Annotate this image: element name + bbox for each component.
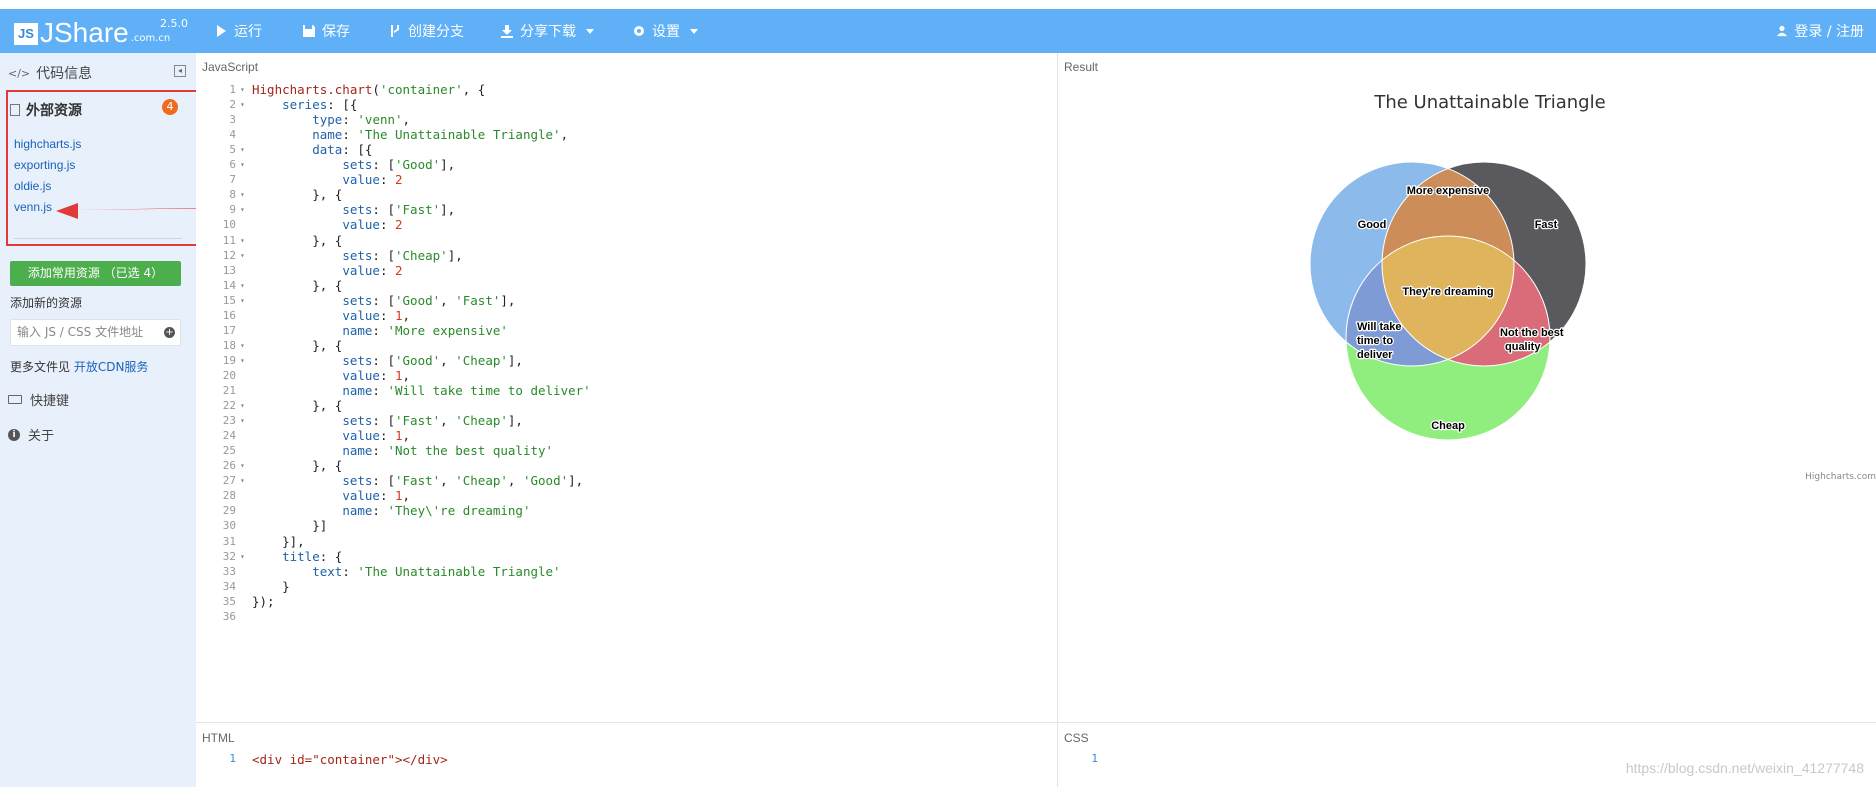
open-cdn-link[interactable]: 开放CDN服务 [74, 360, 149, 374]
logo-text: JShare [40, 17, 129, 48]
chart-title: The Unattainable Triangle [1374, 92, 1606, 113]
label-will-take-1: Will take [1357, 321, 1402, 333]
gear-icon [634, 26, 644, 36]
css-panel-label: CSS [1064, 731, 1089, 745]
code-info-header[interactable]: </> 代码信息 [8, 63, 92, 83]
login-link[interactable]: 登录 / 注册 [1776, 21, 1864, 41]
login-label: 登录 / 注册 [1794, 24, 1864, 40]
label-more-expensive: More expensive [1407, 185, 1490, 197]
logo-mark: JS [14, 23, 38, 45]
html-line: <div id="container"></div> [252, 752, 448, 767]
logo-domain: .com.cn [130, 33, 171, 44]
save-button[interactable]: 保存 [302, 21, 350, 41]
add-circle-icon[interactable]: + [164, 327, 175, 338]
label-not-best-2: quality [1505, 341, 1541, 353]
share-dropdown[interactable]: 分享下载 [500, 21, 594, 41]
branch-label: 创建分支 [408, 24, 464, 40]
line-number: 1 [1091, 752, 1098, 765]
code-info-label: 代码信息 [36, 66, 93, 82]
more-files-text: 更多文件见 开放CDN服务 [10, 358, 148, 375]
run-button[interactable]: 运行 [214, 21, 262, 41]
branch-icon [391, 25, 399, 37]
add-common-resource-button[interactable]: 添加常用资源 （已选 4） [10, 261, 181, 286]
share-label: 分享下载 [520, 24, 576, 40]
divider [196, 722, 1876, 723]
label-cheap: Cheap [1431, 420, 1465, 432]
collapse-icon[interactable]: ◂ [174, 65, 186, 77]
branch-button[interactable]: 创建分支 [388, 21, 464, 41]
label-good: Good [1358, 219, 1387, 231]
label-will-take-3: deliver [1357, 349, 1393, 361]
code-icon: </> [8, 66, 31, 80]
chevron-down-icon [690, 28, 698, 34]
settings-dropdown[interactable]: 设置 [632, 21, 698, 41]
javascript-panel-label: JavaScript [202, 60, 259, 74]
more-files-prefix: 更多文件见 [10, 360, 74, 374]
keyboard-icon [8, 395, 22, 404]
label-theyre-dreaming: They're dreaming [1402, 286, 1493, 298]
info-icon: i [8, 428, 20, 441]
code-line: 36 [196, 608, 1057, 626]
about-label: 关于 [28, 429, 55, 444]
result-panel-label: Result [1064, 60, 1099, 74]
resource-url-input[interactable]: 输入 JS / CSS 文件地址 [10, 319, 181, 346]
navbar: JS JShare .com.cn 2.5.0 运行 保存 创建分支 分享下载 … [0, 9, 1876, 53]
shortcuts-item[interactable]: 快捷键 [8, 390, 69, 409]
settings-label: 设置 [652, 24, 680, 40]
line-number: 36 [222, 609, 236, 623]
logo[interactable]: JS JShare .com.cn [14, 17, 170, 47]
label-fast: Fast [1535, 219, 1558, 231]
top-gap [0, 0, 1876, 9]
save-label: 保存 [322, 24, 350, 40]
chart-credits[interactable]: Highcharts.com [1805, 472, 1876, 482]
label-will-take-2: time to [1357, 335, 1393, 347]
html-panel-label: HTML [202, 731, 235, 745]
label-not-best-1: Not the best [1500, 327, 1564, 339]
about-item[interactable]: i 关于 [8, 425, 54, 444]
play-icon [217, 25, 226, 37]
version-label: 2.5.0 [160, 17, 188, 30]
venn-chart: Good Fast Cheap More expensive They're d… [1309, 161, 1587, 441]
chevron-down-icon [586, 28, 594, 34]
run-label: 运行 [234, 24, 262, 40]
shortcuts-label: 快捷键 [30, 394, 70, 409]
watermark: https://blog.csdn.net/weixin_41277748 [1625, 760, 1864, 776]
download-icon [501, 25, 513, 38]
line-number: 1 [229, 752, 236, 765]
add-new-resource-label: 添加新的资源 [10, 296, 83, 310]
floppy-icon [303, 25, 315, 37]
user-icon [1777, 25, 1788, 37]
